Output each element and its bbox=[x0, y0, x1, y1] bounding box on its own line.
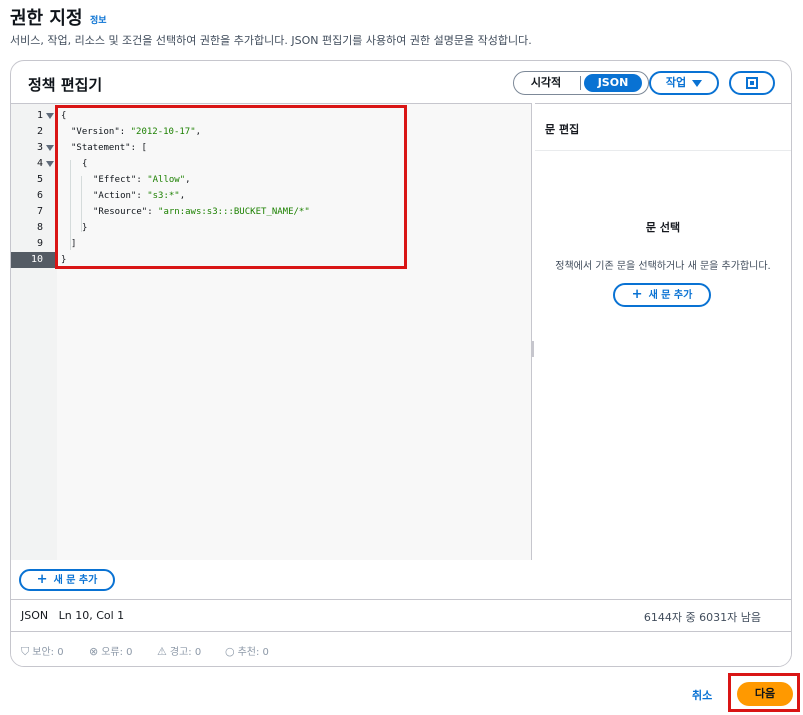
policy-editor-header: 정책 편집기 시각적 JSON 작업 bbox=[11, 61, 791, 103]
add-statement-label: 새 문 추가 bbox=[53, 575, 98, 586]
warning-findings[interactable]: ⚠ 경고: 0 bbox=[157, 643, 201, 658]
character-count: 6144자 중 6031자 남음 bbox=[643, 611, 761, 624]
code-highlight-box bbox=[55, 105, 407, 269]
suggestion-findings[interactable]: ○ 추천: 0 bbox=[225, 643, 269, 658]
statement-edit-panel: 문 편집 문 선택 정책에서 기존 문을 선택하거나 새 문을 추가합니다. +… bbox=[535, 103, 791, 600]
editor-status-bar: JSON Ln 10, Col 1 6144자 중 6031자 남음 bbox=[11, 599, 791, 632]
error-findings[interactable]: ⊗ 오류: 0 bbox=[89, 643, 133, 658]
page-title: 권한 지정 bbox=[10, 8, 83, 29]
caret-down-icon bbox=[692, 79, 703, 87]
line-number: 8 bbox=[36, 222, 43, 233]
lightbulb-icon: ○ bbox=[225, 645, 235, 658]
line-number: 7 bbox=[36, 206, 43, 217]
shield-icon: ⛉ bbox=[21, 645, 30, 658]
select-statement-description: 정책에서 기존 문을 선택하거나 새 문을 추가합니다. bbox=[555, 261, 771, 272]
security-findings[interactable]: ⛉ 보안: 0 bbox=[21, 643, 64, 659]
visual-mode-tab[interactable]: 시각적 bbox=[516, 74, 576, 92]
json-mode-tab[interactable]: JSON bbox=[584, 74, 642, 92]
cursor-position: JSON Ln 10, Col 1 bbox=[21, 609, 125, 622]
actions-button-label: 작업 bbox=[665, 76, 687, 89]
divider bbox=[535, 150, 791, 151]
active-line-number: 10 bbox=[11, 252, 57, 268]
line-number: 9 bbox=[36, 238, 43, 249]
line-number: 6 bbox=[36, 190, 43, 201]
fold-arrow-icon[interactable] bbox=[46, 145, 54, 151]
fullscreen-button[interactable] bbox=[729, 71, 775, 95]
policy-editor-title: 정책 편집기 bbox=[28, 76, 103, 94]
plus-icon: + bbox=[631, 287, 643, 302]
error-circle-icon: ⊗ bbox=[89, 645, 99, 658]
policy-editor-panel: 정책 편집기 시각적 JSON 작업 1 2 3 4 5 6 7 8 9 10 … bbox=[10, 60, 792, 667]
add-new-statement-label: 새 문 추가 bbox=[648, 290, 693, 301]
line-number: 5 bbox=[36, 174, 43, 185]
actions-dropdown-button[interactable]: 작업 bbox=[649, 71, 719, 95]
add-new-statement-button[interactable]: + 새 문 추가 bbox=[613, 283, 711, 307]
validation-bar: ⛉ 보안: 0 ⊗ 오류: 0 ⚠ 경고: 0 ○ 추천: 0 bbox=[11, 631, 791, 666]
next-button[interactable]: 다음 bbox=[737, 682, 793, 706]
add-statement-button[interactable]: + 새 문 추가 bbox=[19, 569, 115, 591]
warning-icon: ⚠ bbox=[157, 645, 167, 658]
fullscreen-icon bbox=[746, 77, 758, 89]
json-code-editor[interactable]: 1 2 3 4 5 6 7 8 9 10 { "Version": "2012-… bbox=[11, 103, 532, 560]
select-statement-heading: 문 선택 bbox=[645, 221, 681, 234]
line-number: 3 bbox=[11, 140, 57, 156]
fold-arrow-icon[interactable] bbox=[46, 113, 54, 119]
fold-arrow-icon[interactable] bbox=[46, 161, 54, 167]
toggle-divider bbox=[580, 76, 581, 90]
panel-resize-handle[interactable] bbox=[531, 341, 534, 357]
cancel-button[interactable]: 취소 bbox=[692, 687, 712, 703]
line-number: 4 bbox=[11, 156, 57, 172]
line-number-gutter: 1 2 3 4 5 6 7 8 9 10 bbox=[11, 104, 57, 560]
plus-icon: + bbox=[36, 572, 48, 587]
editor-mode-toggle: 시각적 JSON bbox=[513, 71, 649, 95]
page-subtitle: 서비스, 작업, 리소스 및 조건을 선택하여 권한을 추가합니다. JSON … bbox=[10, 34, 532, 47]
line-number: 1 bbox=[11, 108, 57, 124]
line-number: 2 bbox=[36, 126, 43, 137]
info-link[interactable]: 정보 bbox=[90, 13, 107, 26]
statement-edit-title: 문 편집 bbox=[545, 123, 580, 136]
